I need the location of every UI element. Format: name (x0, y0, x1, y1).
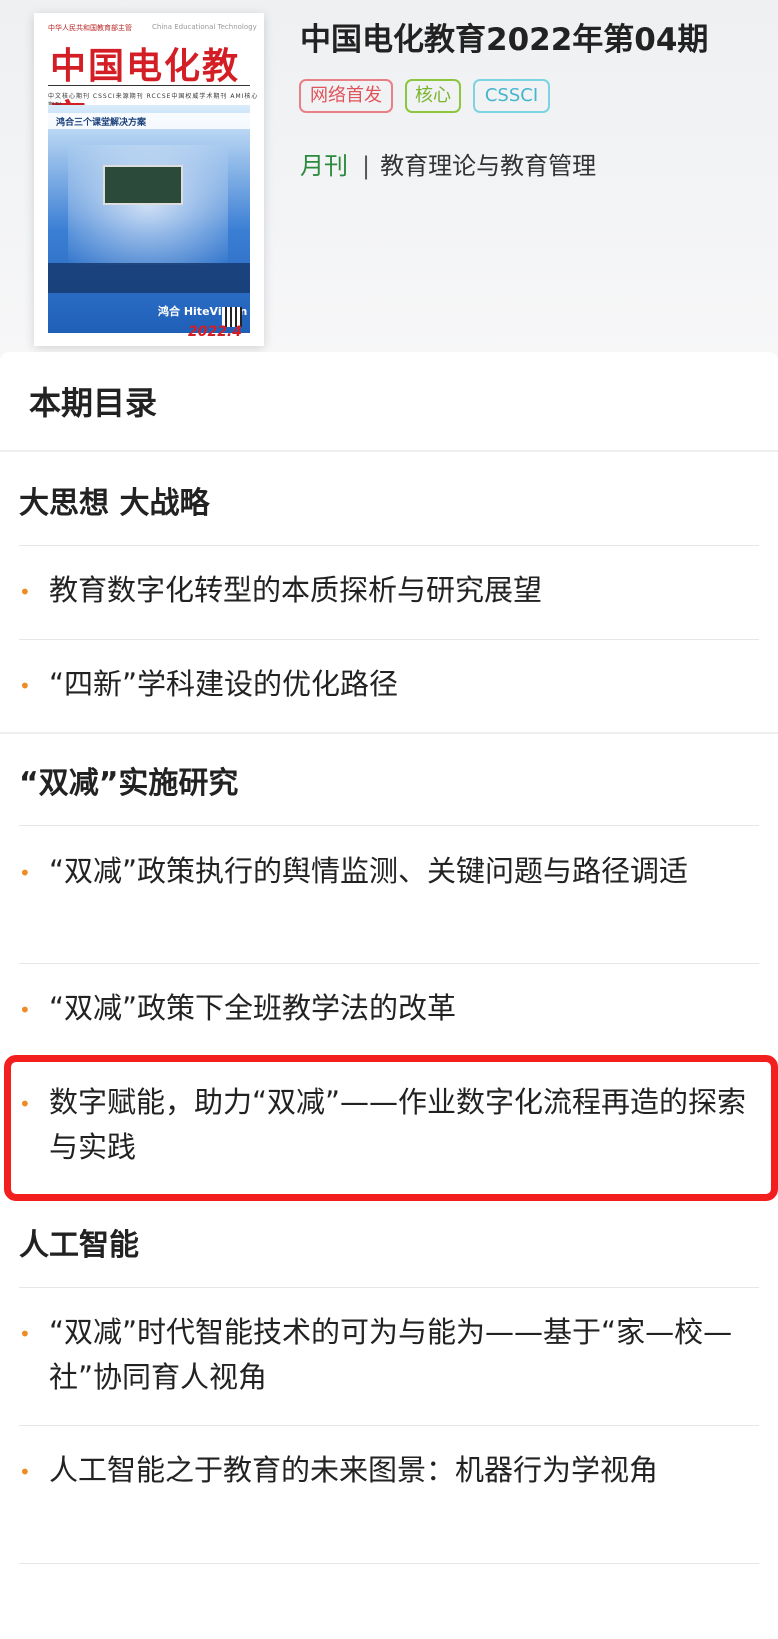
badge-core: 核心 (405, 79, 461, 113)
journal-meta: 月刊 | 教育理论与教育管理 (300, 146, 596, 181)
section-title: “双减”实施研究 (19, 766, 239, 801)
bullet-icon: • (19, 861, 31, 885)
article-item[interactable]: • “四新”学科建设的优化路径 (19, 662, 759, 710)
cover-sponsor: 中华人民共和国教育部主管 (48, 24, 132, 32)
meta-separator: | (362, 152, 371, 180)
article-item[interactable]: • “双减”时代智能技术的可为与能为——基于“家—校—社”协同育人视角 (19, 1310, 759, 1402)
article-title: “四新”学科建设的优化路径 (49, 667, 399, 701)
cover-screen (103, 165, 183, 205)
cover-masthead: 中华人民共和国教育部主管 China Educational Technolog… (34, 13, 264, 139)
journal-title: 中国电化教育2022年第04期 (300, 22, 709, 58)
article-title: “双减”政策下全班教学法的改革 (49, 991, 457, 1025)
bullet-icon: • (19, 580, 31, 604)
article-title: “双减”政策执行的舆情监测、关键问题与路径调适 (49, 854, 689, 888)
bullet-icon: • (19, 998, 31, 1022)
bullet-icon: • (19, 674, 31, 698)
article-item[interactable]: • 教育数字化转型的本质探析与研究展望 (19, 568, 759, 616)
article-item-highlighted[interactable]: • 数字赋能，助力“双减”——作业数字化流程再造的探索与实践 (19, 1080, 759, 1172)
journal-cover-image[interactable]: 中华人民共和国教育部主管 China Educational Technolog… (34, 13, 264, 346)
article-title: 人工智能之于教育的未来图景：机器行为学视角 (49, 1453, 659, 1487)
divider (19, 825, 759, 826)
table-of-contents: 本期目录 大思想 大战略 • 教育数字化转型的本质探析与研究展望 • “四新”学… (0, 352, 778, 1639)
section-title: 人工智能 (19, 1228, 139, 1263)
bullet-icon: • (19, 1460, 31, 1484)
article-title: 教育数字化转型的本质探析与研究展望 (49, 573, 543, 607)
article-title: “双减”时代智能技术的可为与能为——基于“家—校—社”协同育人视角 (49, 1315, 733, 1394)
journal-header: 中华人民共和国教育部主管 China Educational Technolog… (0, 0, 778, 358)
toc-heading: 本期目录 (29, 384, 158, 422)
article-title: 数字赋能，助力“双减”——作业数字化流程再造的探索与实践 (49, 1085, 747, 1164)
divider (19, 639, 759, 640)
divider (19, 1563, 759, 1564)
article-item[interactable]: • “双减”政策下全班教学法的改革 (19, 986, 759, 1034)
badge-online-first: 网络首发 (299, 79, 393, 113)
cover-issue-number: 2022.4 (187, 324, 242, 340)
article-item[interactable]: • “双减”政策执行的舆情监测、关键问题与路径调适 (19, 849, 759, 941)
bullet-icon: • (19, 1322, 31, 1346)
cover-english-title: China Educational Technology (152, 23, 257, 31)
frequency-label: 月刊 (300, 152, 348, 180)
cover-feature-text: 鸿合三个课堂解决方案 (56, 118, 147, 128)
cover-rule (48, 85, 250, 86)
cover-illustration: 鸿合三个课堂解决方案 鸿合 HiteVision (48, 105, 250, 333)
section-title: 大思想 大战略 (19, 486, 210, 521)
divider (19, 963, 759, 964)
cover-silhouette (48, 263, 250, 293)
divider (19, 1425, 759, 1426)
bullet-icon: • (19, 1092, 31, 1116)
badge-cssci: CSSCI (473, 79, 550, 113)
section-divider (0, 732, 778, 734)
article-item[interactable]: • 人工智能之于教育的未来图景：机器行为学视角 (19, 1448, 759, 1540)
cover-scene (68, 145, 228, 265)
subject-label: 教育理论与教育管理 (380, 152, 597, 180)
divider (19, 545, 759, 546)
divider (19, 1287, 759, 1288)
divider (0, 450, 778, 452)
